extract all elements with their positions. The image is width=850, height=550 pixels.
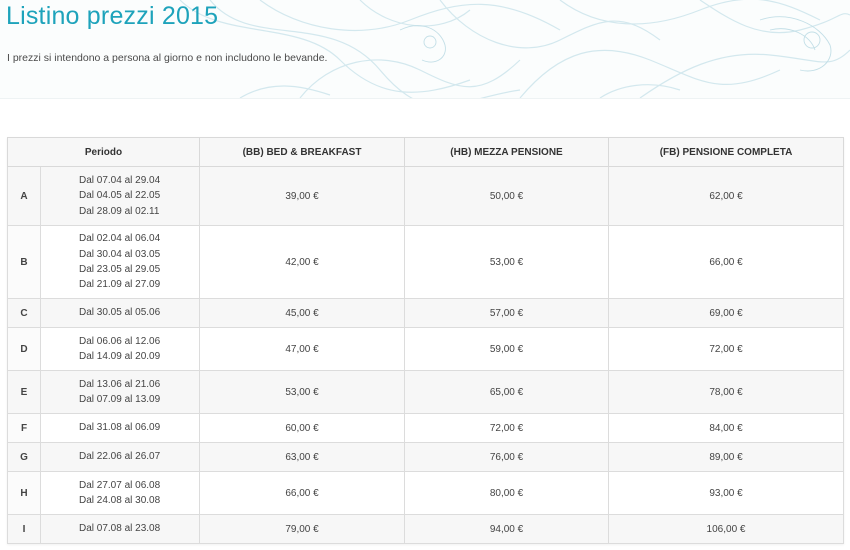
table-row: D Dal 06.06 al 12.06 Dal 14.09 al 20.09 47,…	[7, 327, 845, 371]
price-fb: 62,00 €	[608, 166, 845, 226]
price-hb: 65,00 €	[404, 370, 610, 414]
period-range: Dal 22.06 al 26.07	[79, 451, 161, 463]
season-letter: G	[7, 442, 41, 472]
period-range: Dal 31.08 al 06.09	[79, 422, 161, 434]
table-row: C Dal 30.05 al 05.06 45,00 €57,00 €69,00 €	[7, 298, 845, 328]
table-header-row: Periodo (BB) BED & BREAKFAST (HB) MEZZA …	[6, 137, 845, 167]
period-cell: Dal 07.04 al 29.04 Dal 04.05 al 22.05 Dal …	[39, 166, 201, 226]
period-cell: Dal 13.06 al 21.06 Dal 07.09 al 13.09	[39, 370, 201, 414]
period-range: Dal 24.08 al 30.08	[79, 495, 161, 506]
season-letter: E	[7, 370, 41, 414]
price-hb: 59,00 €	[404, 327, 610, 371]
price-fb: 84,00 €	[608, 413, 845, 443]
price-hb: 72,00 €	[404, 413, 610, 443]
table-body: A Dal 07.04 al 29.04 Dal 04.05 al 22.05 Dal…	[7, 166, 845, 544]
season-letter: B	[7, 225, 41, 299]
page-subtitle: I prezzi si intendono a persona al giorn…	[7, 52, 328, 64]
price-hb: 50,00 €	[404, 166, 610, 226]
price-bb: 45,00 €	[199, 298, 406, 328]
column-header-period: Periodo	[6, 137, 201, 167]
table-row: E Dal 13.06 al 21.06 Dal 07.09 al 13.09 53,…	[7, 370, 845, 414]
price-fb: 78,00 €	[608, 370, 845, 414]
page-title: Listino prezzi 2015	[6, 2, 219, 30]
period-range: Dal 02.04 al 06.04	[79, 233, 161, 245]
period-range: Dal 07.08 al 23.08	[79, 523, 161, 535]
price-hb: 80,00 €	[404, 471, 610, 515]
table-row: I Dal 07.08 al 23.08 79,00 €94,00 €106,00 …	[7, 514, 845, 544]
period-cell: Dal 06.06 al 12.06 Dal 14.09 al 20.09	[39, 327, 201, 371]
season-letter: A	[7, 166, 41, 226]
period-cell: Dal 07.08 al 23.08	[39, 514, 201, 544]
price-fb: 93,00 €	[608, 471, 845, 515]
period-range: Dal 14.09 al 20.09	[79, 351, 161, 362]
period-cell: Dal 31.08 al 06.09	[39, 413, 201, 443]
period-range: Dal 07.09 al 13.09	[79, 394, 161, 405]
price-fb: 89,00 €	[608, 442, 845, 472]
season-letter: D	[7, 327, 41, 371]
period-range: Dal 13.06 al 21.06	[79, 378, 161, 390]
period-range: Dal 06.06 al 12.06	[79, 335, 161, 347]
column-header-hb: (HB) MEZZA PENSIONE	[404, 137, 610, 167]
table-row: B Dal 02.04 al 06.04 Dal 30.04 al 03.05 Dal…	[7, 225, 845, 299]
column-header-bb: (BB) BED & BREAKFAST	[199, 137, 406, 167]
table-row: H Dal 27.07 al 06.08 Dal 24.08 al 30.08 66,…	[7, 471, 845, 515]
page-header: Listino prezzi 2015 I prezzi si intendon…	[0, 0, 850, 99]
price-table-container: Periodo (BB) BED & BREAKFAST (HB) MEZZA …	[6, 137, 845, 544]
table-row: G Dal 22.06 al 26.07 63,00 €76,00 €89,00 €	[7, 442, 845, 472]
price-fb: 69,00 €	[608, 298, 845, 328]
period-range: Dal 21.09 al 27.09	[79, 279, 161, 291]
price-bb: 53,00 €	[199, 370, 406, 414]
price-bb: 47,00 €	[199, 327, 406, 371]
period-range: Dal 28.09 al 02.11	[79, 205, 160, 217]
period-range: Dal 27.07 al 06.08	[79, 479, 161, 491]
period-cell: Dal 30.05 al 05.06	[39, 298, 201, 328]
period-range: Dal 23.05 al 29.05	[79, 264, 161, 275]
price-hb: 57,00 €	[404, 298, 610, 328]
price-fb: 72,00 €	[608, 327, 845, 371]
period-range: Dal 30.04 al 03.05	[79, 248, 161, 260]
price-hb: 53,00 €	[404, 225, 610, 299]
column-header-fb: (FB) PENSIONE COMPLETA	[608, 137, 845, 167]
season-letter: H	[7, 471, 41, 515]
table-row: A Dal 07.04 al 29.04 Dal 04.05 al 22.05 Dal…	[7, 166, 845, 226]
price-table: Periodo (BB) BED & BREAKFAST (HB) MEZZA …	[6, 137, 845, 544]
price-bb: 39,00 €	[199, 166, 406, 226]
period-cell: Dal 02.04 al 06.04 Dal 30.04 al 03.05 Dal …	[39, 225, 201, 299]
price-bb: 66,00 €	[199, 471, 406, 515]
period-range: Dal 30.05 al 05.06	[79, 307, 161, 319]
price-bb: 42,00 €	[199, 225, 406, 299]
period-range: Dal 07.04 al 29.04	[79, 175, 161, 187]
price-bb: 63,00 €	[199, 442, 406, 472]
price-hb: 94,00 €	[404, 514, 610, 544]
season-letter: F	[7, 413, 41, 443]
price-bb: 60,00 €	[199, 413, 406, 443]
price-bb: 79,00 €	[199, 514, 406, 544]
period-cell: Dal 27.07 al 06.08 Dal 24.08 al 30.08	[39, 471, 201, 515]
price-fb: 106,00 €	[608, 514, 845, 544]
price-fb: 66,00 €	[608, 225, 845, 299]
season-letter: I	[7, 514, 41, 544]
period-range: Dal 04.05 al 22.05	[79, 190, 161, 202]
table-row: F Dal 31.08 al 06.09 60,00 €72,00 €84,00 €	[7, 413, 845, 443]
period-cell: Dal 22.06 al 26.07	[39, 442, 201, 472]
season-letter: C	[7, 298, 41, 328]
price-hb: 76,00 €	[404, 442, 610, 472]
